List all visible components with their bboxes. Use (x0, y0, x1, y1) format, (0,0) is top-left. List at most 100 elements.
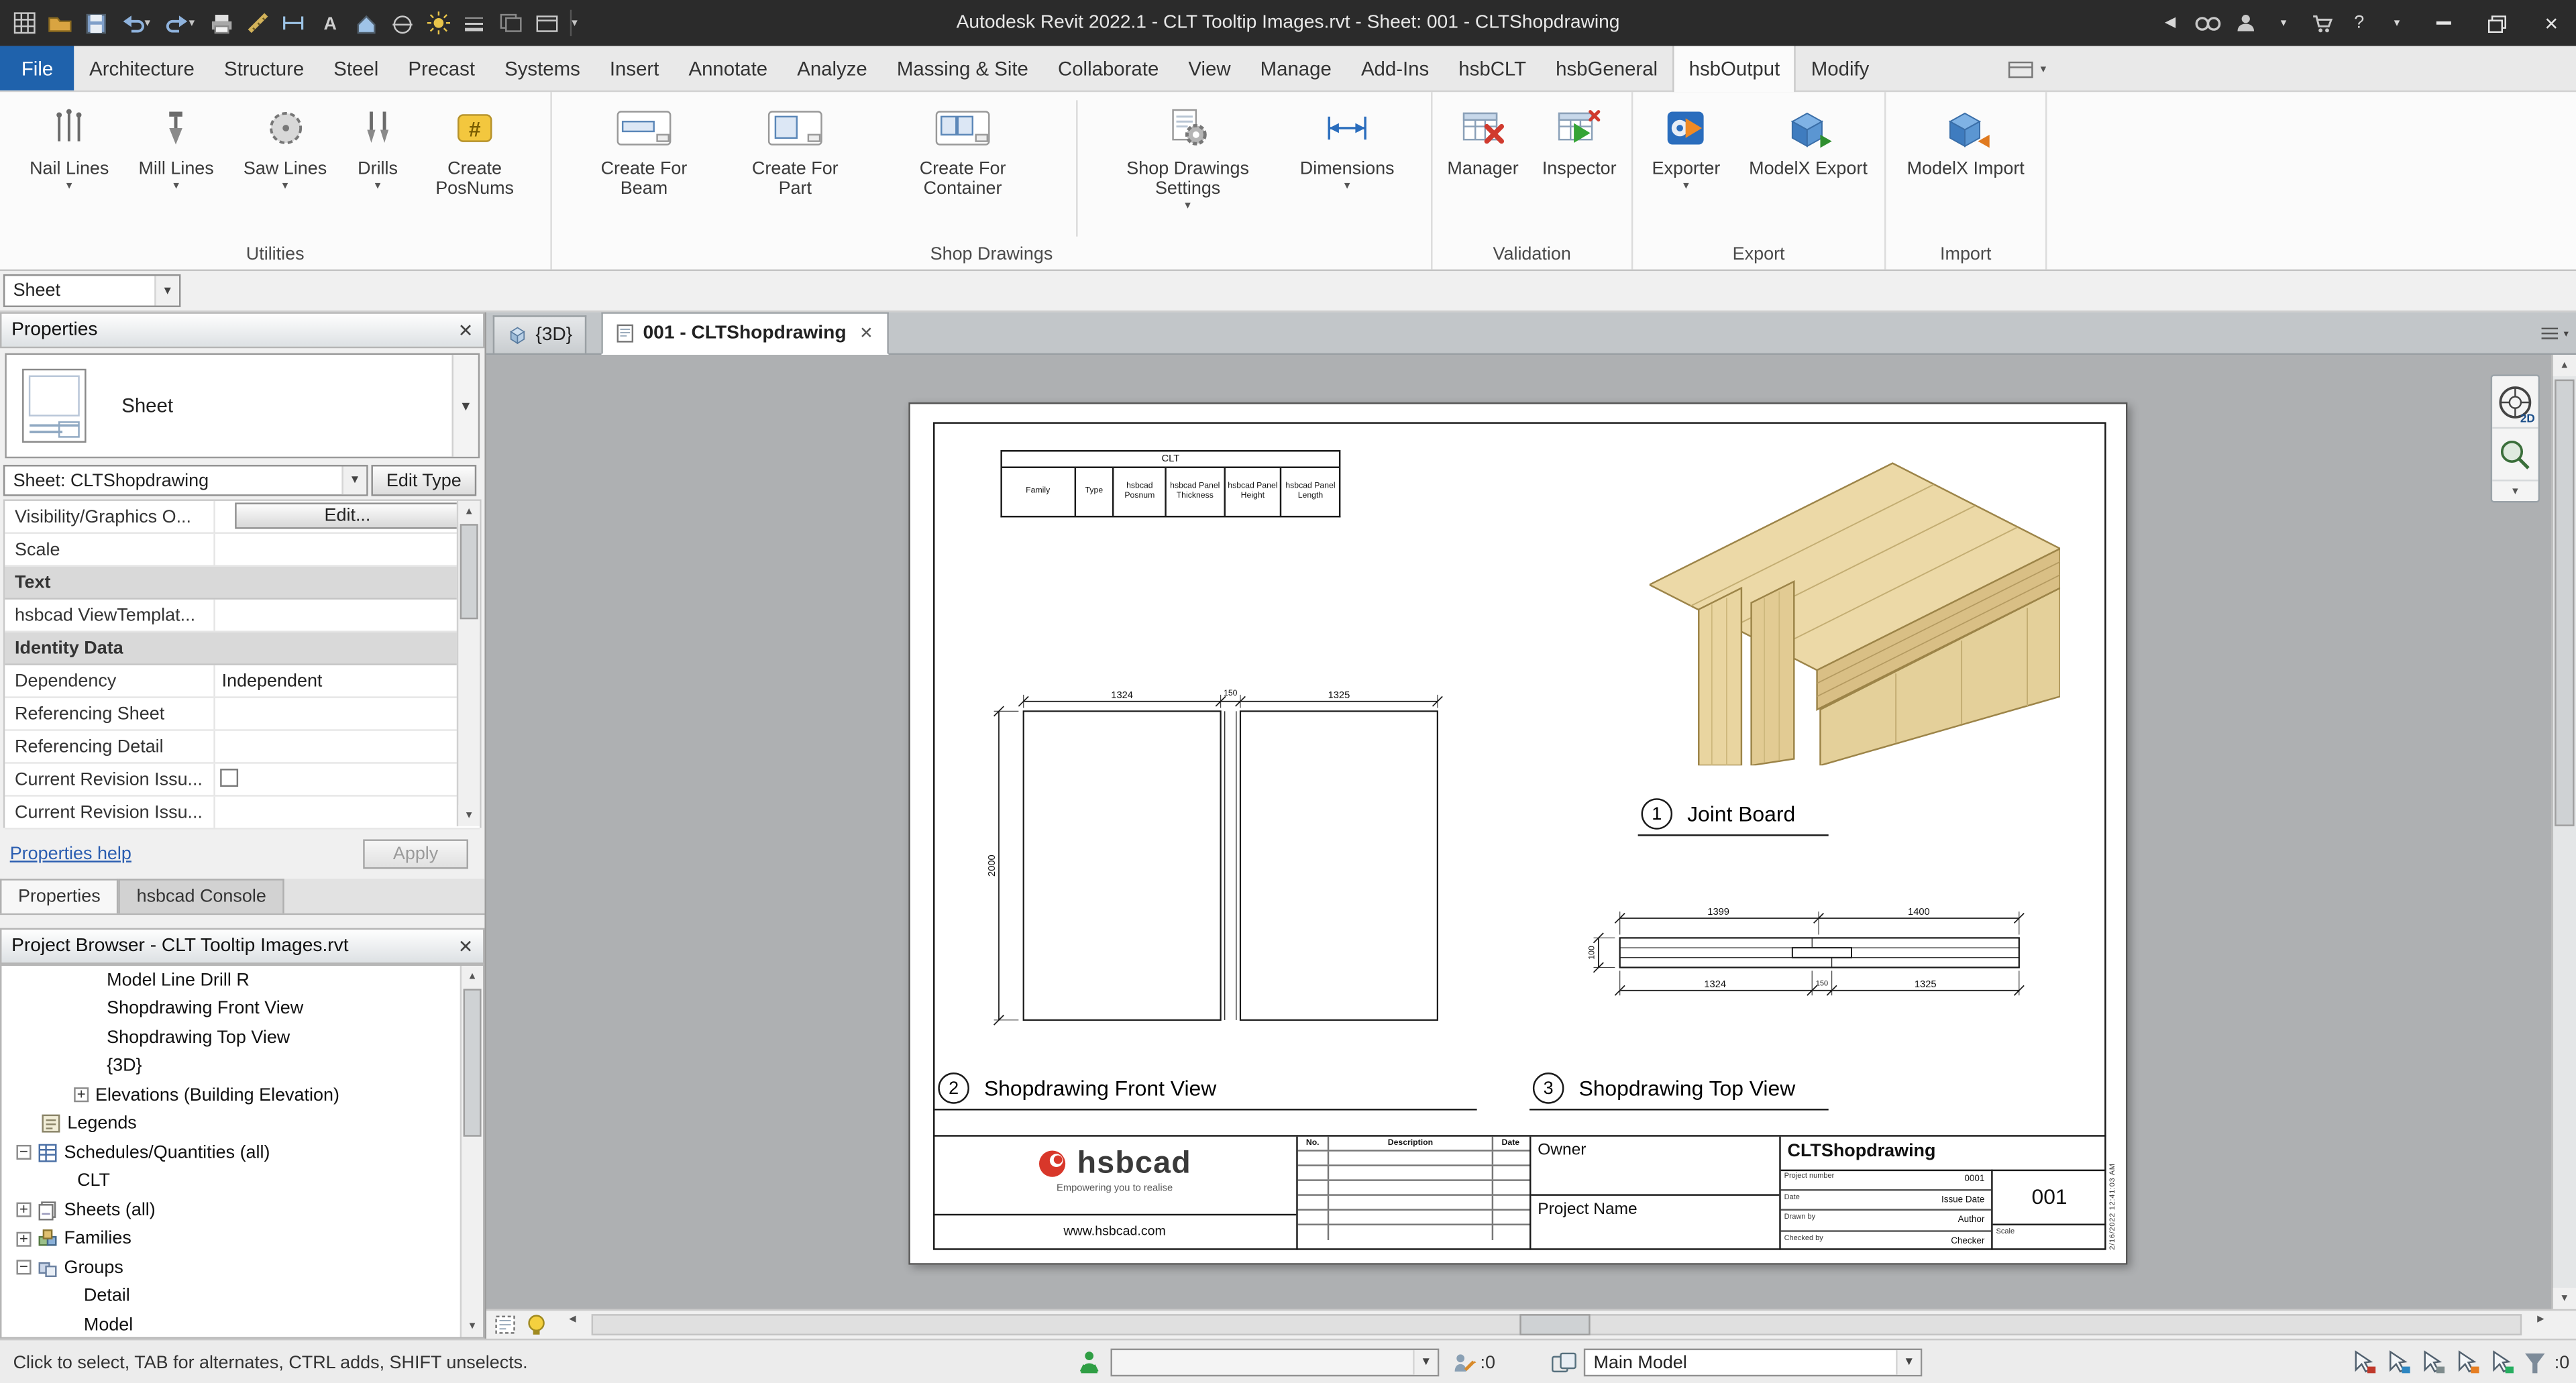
nail-lines-button[interactable]: Nail Lines ▾ (30, 97, 109, 193)
properties-close-icon[interactable]: ✕ (458, 319, 474, 341)
tree-item-model-group[interactable]: Model (1, 1311, 483, 1339)
crop-region-icon[interactable] (493, 1314, 518, 1335)
visibility-edit-button[interactable]: Edit... (235, 502, 460, 529)
drag-on-selection-icon[interactable] (2489, 1350, 2515, 1375)
tab-structure[interactable]: Structure (209, 46, 319, 91)
project-browser-header[interactable]: Project Browser - CLT Tooltip Images.rvt… (0, 928, 484, 964)
search-icon[interactable] (2192, 3, 2224, 43)
selection-filter-select[interactable]: Sheet ▼ (3, 274, 180, 307)
tab-hsbgeneral[interactable]: hsbGeneral (1541, 46, 1672, 91)
drawing-area[interactable]: CLT Family Type hsbcad Posnum hsbcad Pan… (486, 355, 2551, 1309)
scroll-right-icon[interactable]: ► (2535, 1314, 2546, 1325)
dimensions-caret-icon[interactable]: ▾ (1344, 179, 1350, 194)
tab-collaborate[interactable]: Collaborate (1043, 46, 1173, 91)
scroll-up-icon[interactable]: ▲ (458, 501, 480, 522)
design-options-icon[interactable] (1551, 1340, 1577, 1383)
scroll-up-icon[interactable]: ▲ (2553, 355, 2576, 376)
tab-hsbclt[interactable]: hsbCLT (1444, 46, 1541, 91)
open-icon[interactable] (43, 5, 77, 41)
tab-architecture[interactable]: Architecture (74, 46, 209, 91)
drills-button[interactable]: Drills ▾ (356, 97, 399, 193)
instance-select-caret-icon[interactable]: ▼ (341, 467, 366, 495)
property-row[interactable]: Current Revision Issu... (5, 797, 480, 830)
zoom-button[interactable] (2492, 429, 2538, 481)
instance-select[interactable]: Sheet: CLTShopdrawing ▼ (3, 465, 368, 496)
active-workset-select[interactable]: ▼ (1111, 1349, 1440, 1377)
project-browser-close-icon[interactable]: ✕ (458, 936, 474, 957)
view-tab-3d[interactable]: {3D} (493, 315, 588, 353)
qat-customize-icon[interactable]: ▾ (572, 16, 585, 30)
scroll-down-icon[interactable]: ▼ (2553, 1288, 2576, 1309)
select-links-icon[interactable] (2351, 1350, 2377, 1375)
default-3d-view-icon[interactable] (348, 5, 382, 41)
thin-lines-icon[interactable] (457, 5, 491, 41)
tab-annotate[interactable]: Annotate (674, 46, 782, 91)
create-for-part-button[interactable]: Create For Part (736, 97, 854, 199)
expand-icon[interactable]: + (74, 1088, 89, 1103)
sheet-001[interactable]: CLT Family Type hsbcad Posnum hsbcad Pan… (908, 402, 2127, 1265)
shopdrawing-top-view[interactable]: 1399 1400 1324 150 1325 100 (1576, 897, 2052, 1020)
tab-massing-site[interactable]: Massing & Site (882, 46, 1043, 91)
tab-insert[interactable]: Insert (595, 46, 674, 91)
edit-type-button[interactable]: Edit Type (371, 465, 476, 496)
tab-manage[interactable]: Manage (1246, 46, 1346, 91)
property-row[interactable]: hsbcad ViewTemplat... (5, 600, 480, 632)
inspector-button[interactable]: Inspector (1534, 97, 1625, 178)
ribbon-display-toggle-icon[interactable] (2008, 60, 2034, 78)
section-icon[interactable] (384, 5, 419, 41)
tab-hsbcad-console[interactable]: hsbcad Console (119, 879, 284, 913)
scroll-down-icon[interactable]: ▼ (458, 805, 480, 826)
account-icon[interactable] (2229, 3, 2262, 43)
view-tab-list-icon[interactable]: ▾ (2536, 317, 2573, 350)
create-for-beam-button[interactable]: Create For Beam (582, 97, 706, 199)
render-sun-icon[interactable] (421, 5, 455, 41)
tab-file[interactable]: File (0, 46, 74, 91)
tree-item-families[interactable]: + Families (1, 1225, 483, 1254)
apply-button[interactable]: Apply (363, 839, 468, 869)
saw-lines-caret-icon[interactable]: ▾ (282, 179, 288, 194)
shop-drawings-settings-caret-icon[interactable]: ▾ (1185, 199, 1191, 213)
aligned-dimension-icon[interactable] (276, 5, 310, 41)
exporter-caret-icon[interactable]: ▾ (1683, 179, 1689, 194)
shopdrawing-front-view[interactable]: 1324 150 1325 2000 (976, 683, 1469, 1045)
shop-drawings-settings-button[interactable]: Shop Drawings Settings ▾ (1112, 97, 1263, 213)
app-store-icon[interactable] (2305, 3, 2338, 43)
editing-requests-icon[interactable] (1452, 1340, 1477, 1383)
tree-item-view[interactable]: Shopdrawing Front View (1, 995, 483, 1024)
close-hidden-windows-icon[interactable] (493, 5, 527, 41)
properties-header[interactable]: Properties ✕ (0, 312, 484, 348)
tab-analyze[interactable]: Analyze (782, 46, 882, 91)
close-button[interactable]: × (2527, 0, 2576, 46)
callout-top-view[interactable]: 3 Shopdrawing Top View (1533, 1072, 1795, 1104)
nail-lines-caret-icon[interactable]: ▾ (66, 179, 72, 194)
restore-button[interactable] (2473, 0, 2522, 46)
navbar-caret-icon[interactable]: ▾ (2492, 482, 2538, 501)
tab-precast[interactable]: Precast (393, 46, 490, 91)
worksharing-status-icon[interactable] (1078, 1340, 1101, 1383)
tree-item-clt-schedule[interactable]: CLT (1, 1167, 483, 1196)
select-pinned-icon[interactable] (2420, 1350, 2446, 1375)
tree-item-elevations[interactable]: + Elevations (Building Elevation) (1, 1081, 483, 1109)
property-row[interactable]: DependencyIndependent (5, 665, 480, 698)
dimensions-button[interactable]: Dimensions ▾ (1293, 97, 1401, 193)
steering-wheel-button[interactable]: 2D (2492, 376, 2538, 429)
callout-joint-board[interactable]: 1 Joint Board (1642, 798, 1796, 830)
scroll-down-icon[interactable]: ▼ (462, 1316, 483, 1337)
property-row[interactable]: Current Revision Issu... (5, 764, 480, 797)
tab-properties-palette[interactable]: Properties (0, 879, 119, 913)
property-row[interactable]: Referencing Sheet (5, 698, 480, 731)
select-by-face-icon[interactable] (2454, 1350, 2480, 1375)
tab-steel[interactable]: Steel (319, 46, 393, 91)
tab-hsboutput[interactable]: hsbOutput (1672, 46, 1796, 93)
modelx-export-button[interactable]: ModelX Export (1739, 97, 1878, 178)
tree-item-legends[interactable]: Legends (1, 1109, 483, 1138)
expand-icon[interactable]: + (16, 1203, 31, 1217)
tree-item-groups[interactable]: − Groups (1, 1254, 483, 1282)
tree-item-detail-group[interactable]: Detail (1, 1282, 483, 1311)
tree-item-view[interactable]: Model Line Drill R (1, 966, 483, 995)
mill-lines-button[interactable]: Mill Lines ▾ (138, 97, 213, 193)
title-block[interactable]: hsbcad Empowering you to realise www.hsb… (933, 1135, 2106, 1250)
clt-schedule[interactable]: CLT Family Type hsbcad Posnum hsbcad Pan… (1000, 450, 1340, 517)
ribbon-display-caret-icon[interactable]: ▾ (2041, 62, 2047, 76)
tree-item-3d-view[interactable]: {3D} (1, 1052, 483, 1081)
